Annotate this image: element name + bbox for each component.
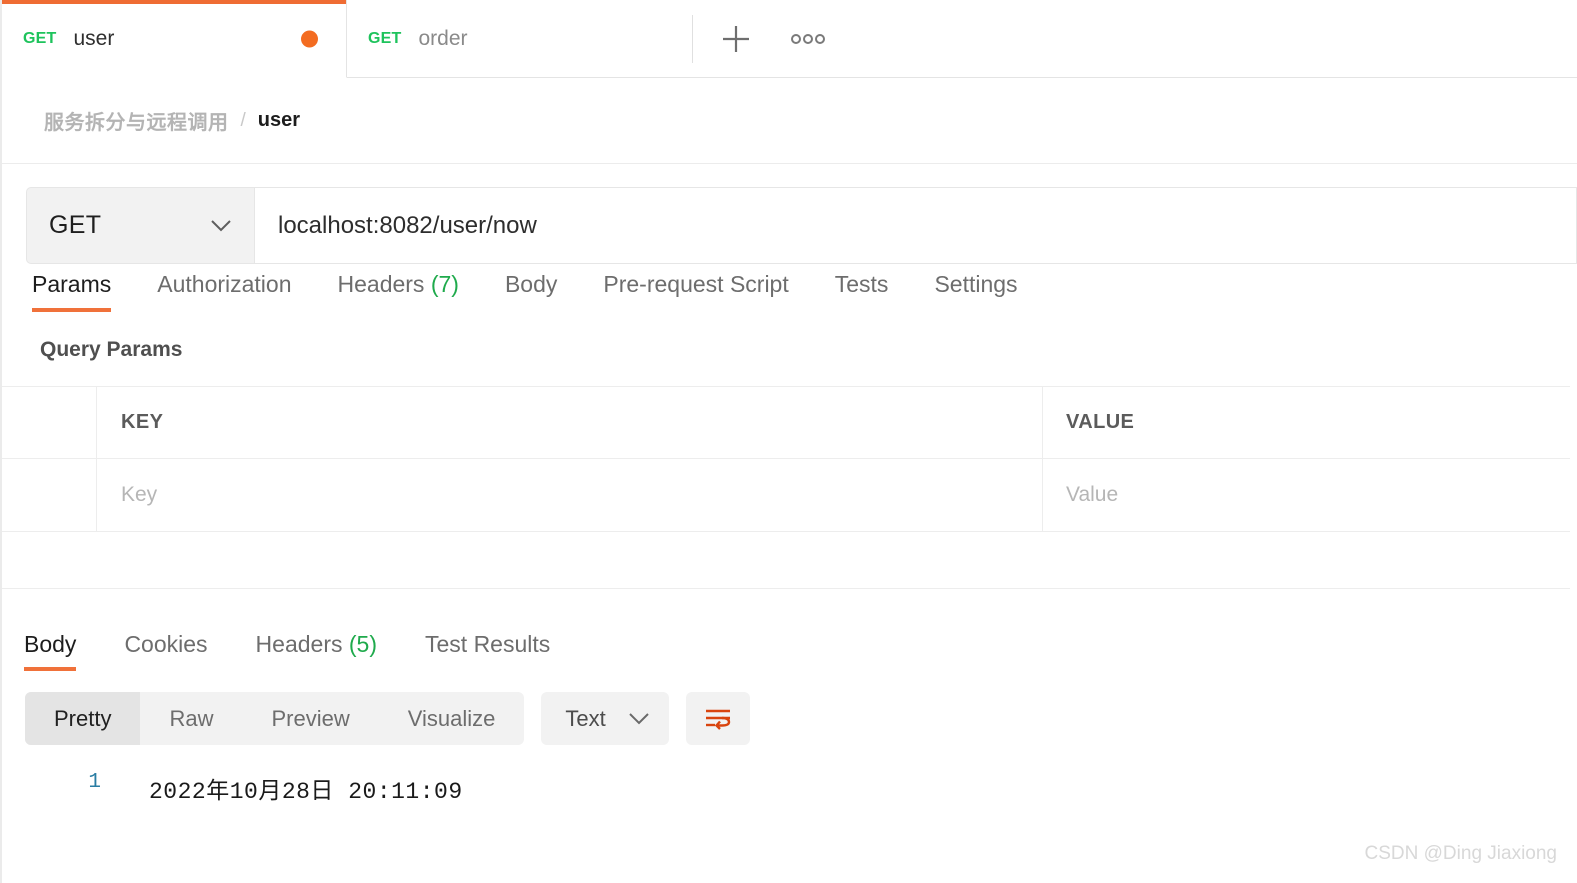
mode-label: Visualize: [407, 705, 496, 731]
tab-method-label: GET: [368, 29, 402, 47]
response-body-viewer[interactable]: 1 2022年10月28日 20:11:09: [2, 745, 1577, 805]
tab-label: Body: [504, 271, 558, 297]
table-row: Key Value: [2, 459, 1570, 532]
more-horizontal-icon: [791, 33, 825, 44]
query-params-table: KEY VALUE Key Value: [2, 386, 1570, 589]
request-tab-user[interactable]: GET user: [2, 0, 347, 78]
view-mode-preview[interactable]: Preview: [242, 692, 378, 745]
table-header-row: KEY VALUE: [2, 386, 1570, 459]
tab-name-label: user: [73, 26, 115, 50]
request-tab-settings[interactable]: Settings: [934, 271, 1041, 312]
view-mode-pretty[interactable]: Pretty: [25, 692, 141, 745]
request-tab-headers[interactable]: Headers (7): [338, 271, 483, 312]
tab-label: Pre-request Script: [603, 271, 789, 297]
response-view-mode-group: Pretty Raw Preview Visualize: [25, 692, 525, 745]
line-number-gutter: 1: [2, 771, 105, 805]
column-header-value: VALUE: [1066, 411, 1135, 433]
plus-icon: [723, 25, 749, 52]
tab-strip-tools: [692, 0, 1577, 78]
param-key-input[interactable]: Key: [97, 459, 1043, 531]
header-checkbox-cell: [2, 387, 97, 458]
word-wrap-toggle-button[interactable]: [685, 692, 750, 745]
tab-label: Cookies: [124, 631, 208, 657]
breadcrumb-separator: /: [240, 109, 246, 131]
breadcrumb-current-request[interactable]: user: [258, 109, 300, 132]
url-bar: GET localhost:8082/user/now: [2, 164, 1577, 264]
tab-name-label: order: [418, 26, 468, 50]
breadcrumb: 服务拆分与远程调用 / user: [2, 78, 1577, 164]
tab-label: Settings: [934, 271, 1018, 297]
response-headers-count-badge: (5): [348, 631, 377, 657]
response-tab-headers[interactable]: Headers (5): [256, 631, 377, 671]
unsaved-changes-dot-icon[interactable]: [301, 30, 318, 47]
tab-label: Test Results: [425, 631, 551, 657]
header-key-cell: KEY: [97, 387, 1043, 458]
breadcrumb-collection[interactable]: 服务拆分与远程调用: [44, 106, 229, 135]
column-header-key: KEY: [121, 411, 164, 433]
tab-label: Body: [24, 631, 77, 657]
postman-request-view: GET user GET order 服务拆分与远程调用 / user GET …: [0, 0, 1577, 883]
word-wrap-icon: [705, 709, 730, 730]
request-tab-strip: GET user GET order: [2, 0, 1577, 78]
line-number: 1: [88, 771, 101, 794]
tab-label: Headers: [337, 271, 425, 297]
request-tab-pre-request-script[interactable]: Pre-request Script: [603, 271, 812, 312]
active-tab-accent-bar: [2, 0, 346, 4]
row-checkbox-cell[interactable]: [2, 459, 97, 531]
request-tab-params[interactable]: Params: [32, 271, 135, 312]
view-mode-raw[interactable]: Raw: [140, 692, 242, 745]
mode-label: Raw: [169, 705, 214, 731]
tab-method-label: GET: [23, 29, 57, 47]
new-tab-button[interactable]: [707, 10, 765, 68]
header-value-cell: VALUE: [1043, 387, 1570, 458]
tab-label: Params: [32, 271, 112, 297]
response-tab-test-results[interactable]: Test Results: [425, 631, 550, 671]
tab-tools-divider: [692, 14, 693, 63]
tab-label: Tests: [834, 271, 889, 297]
tab-label: Headers: [255, 631, 343, 657]
headers-count-badge: (7): [430, 271, 459, 297]
response-tabs: Body Cookies Headers (5) Test Results: [2, 611, 1577, 671]
tab-overflow-menu-button[interactable]: [779, 10, 837, 68]
value-placeholder: Value: [1066, 483, 1119, 506]
chevron-down-icon: [629, 713, 649, 725]
response-body-line: 2022年10月28日 20:11:09: [149, 779, 463, 805]
request-tab-authorization[interactable]: Authorization: [157, 271, 315, 312]
http-method-label: GET: [49, 211, 102, 239]
key-placeholder: Key: [121, 483, 158, 506]
view-mode-visualize[interactable]: Visualize: [379, 692, 525, 745]
request-tab-order[interactable]: GET order: [347, 0, 692, 78]
http-method-select[interactable]: GET: [26, 187, 254, 264]
mode-label: Pretty: [54, 705, 112, 731]
query-params-title: Query Params: [40, 338, 183, 361]
table-bottom-spacer: [2, 532, 1570, 589]
request-tab-body[interactable]: Body: [505, 271, 581, 312]
response-tab-body[interactable]: Body: [24, 631, 77, 671]
param-value-input[interactable]: Value: [1043, 459, 1570, 531]
response-content-type-select[interactable]: Text: [541, 692, 669, 745]
chevron-down-icon: [211, 220, 231, 232]
tab-label: Authorization: [157, 271, 292, 297]
content-type-label: Text: [565, 705, 606, 731]
request-url-input[interactable]: localhost:8082/user/now: [254, 187, 1577, 264]
response-tab-cookies[interactable]: Cookies: [124, 631, 207, 671]
response-format-toolbar: Pretty Raw Preview Visualize Text: [2, 692, 1577, 745]
mode-label: Preview: [271, 705, 350, 731]
request-tab-tests[interactable]: Tests: [835, 271, 913, 312]
watermark: CSDN @Ding Jiaxiong: [1364, 843, 1557, 864]
